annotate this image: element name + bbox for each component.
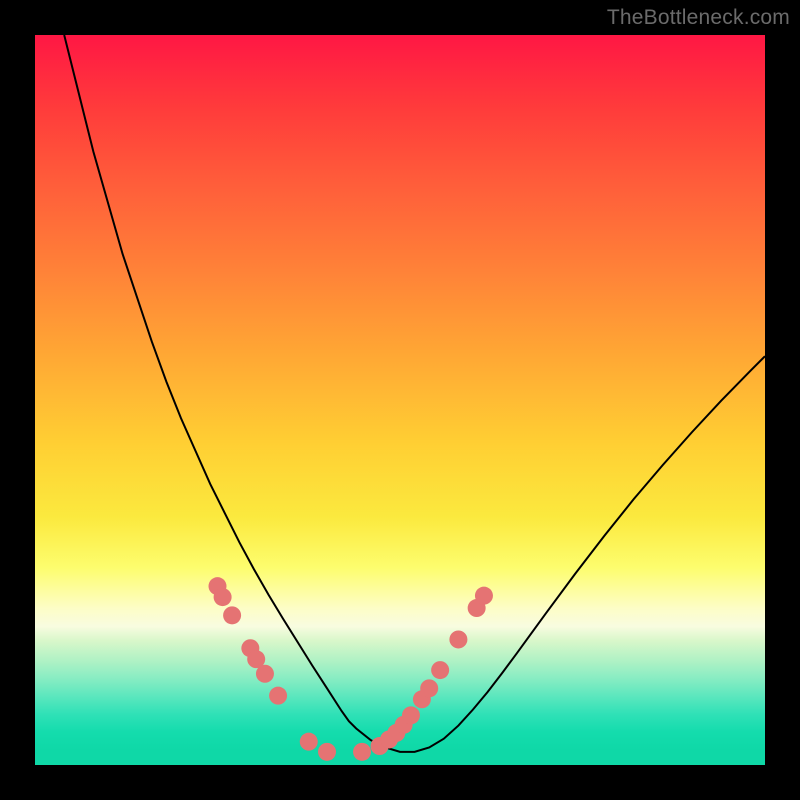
- data-marker: [402, 706, 420, 724]
- chart-container: TheBottleneck.com: [0, 0, 800, 800]
- data-marker: [431, 661, 449, 679]
- bottleneck-curve: [64, 35, 765, 752]
- chart-svg: [35, 35, 765, 765]
- data-marker: [256, 665, 274, 683]
- curve-layer: [64, 35, 765, 752]
- data-marker: [353, 743, 371, 761]
- data-marker: [223, 606, 241, 624]
- data-marker: [214, 588, 232, 606]
- data-marker: [269, 687, 287, 705]
- data-marker: [420, 679, 438, 697]
- watermark-text: TheBottleneck.com: [607, 6, 790, 30]
- plot-area: [35, 35, 765, 765]
- data-marker: [475, 587, 493, 605]
- data-marker: [449, 630, 467, 648]
- data-marker: [318, 743, 336, 761]
- data-marker: [300, 733, 318, 751]
